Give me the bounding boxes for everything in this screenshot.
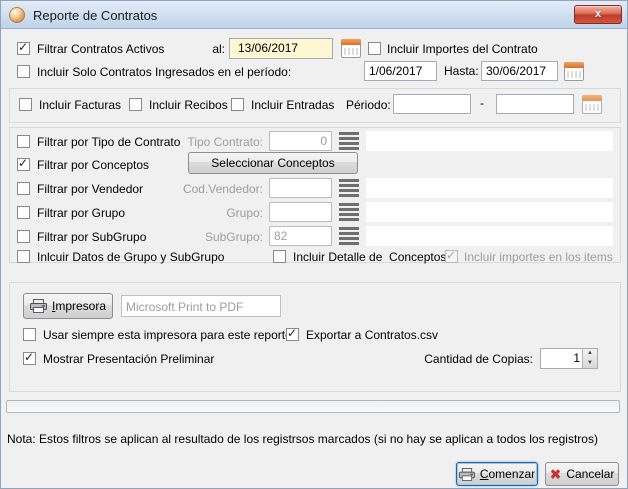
- printer-name-field[interactable]: Microsoft Print to PDF: [121, 295, 281, 317]
- cancelar-button[interactable]: ✖ Cancelar: [545, 462, 619, 486]
- label-filtrar-grupo: Filtrar por Grupo: [37, 206, 125, 220]
- label-hasta: Hasta:: [444, 64, 479, 78]
- seleccionar-conceptos-button[interactable]: Seleccionar Conceptos: [188, 152, 358, 174]
- lookup-icon[interactable]: [339, 203, 359, 221]
- subgrupo-descripcion-field[interactable]: [366, 226, 613, 246]
- label-al: al:: [197, 42, 225, 56]
- label-grupo: Grupo:: [171, 206, 263, 220]
- checkbox-filtrar-activos[interactable]: ✓: [17, 42, 30, 55]
- impresora-button[interactable]: Impresora: [23, 293, 113, 319]
- label-filtrar-conceptos: Filtrar por Conceptos: [37, 158, 149, 172]
- comenzar-button[interactable]: Comenzar: [456, 462, 538, 486]
- label-usar-siempre: Usar siempre esta impresora para este re…: [43, 328, 292, 342]
- grupo-field[interactable]: [269, 202, 332, 222]
- checkbox-incluir-importes[interactable]: ✓: [368, 42, 381, 55]
- comenzar-button-label: Comenzar: [480, 467, 535, 481]
- label-solo-ingresados: Incluir Solo Contratos Ingresados en el …: [37, 65, 291, 79]
- checkbox-filtrar-grupo[interactable]: ✓: [17, 206, 30, 219]
- checkbox-incluir-datos-grupo[interactable]: ✓: [17, 250, 30, 263]
- calendar-icon[interactable]: [582, 95, 602, 114]
- copias-value[interactable]: 1: [541, 351, 580, 365]
- label-subgrupo: SubGrupo:: [171, 230, 263, 244]
- label-incluir-importes-items: Incluir importes en los items: [464, 250, 613, 264]
- close-icon: x: [595, 8, 601, 20]
- label-incluir-entradas: Incluir Entradas: [251, 98, 334, 112]
- label-filtrar-vendedor: Filtrar por Vendedor: [37, 182, 143, 196]
- checkbox-incluir-importes-items: ✓: [445, 250, 458, 263]
- checkbox-solo-ingresados[interactable]: ✓: [17, 65, 30, 78]
- label-tipo-contrato: Tipo Contrato:: [171, 135, 263, 149]
- spinner-arrows[interactable]: ▲ ▼: [582, 349, 597, 368]
- checkbox-usar-siempre[interactable]: ✓: [23, 328, 36, 341]
- subgrupo-field[interactable]: 82: [269, 226, 332, 246]
- lookup-icon[interactable]: [339, 179, 359, 197]
- periodo-desde-field[interactable]: [393, 94, 471, 114]
- cod-vendedor-field[interactable]: [269, 178, 332, 198]
- titlebar[interactable]: Reporte de Contratos x: [1, 1, 627, 29]
- calendar-icon[interactable]: [341, 39, 361, 58]
- checkbox-incluir-detalle-conceptos[interactable]: ✓: [273, 250, 286, 263]
- checkbox-filtrar-tipo-contrato[interactable]: ✓: [17, 135, 30, 148]
- label-incluir-detalle-conceptos: Incluir Detalle de Conceptos: [293, 250, 446, 264]
- reporte-contratos-dialog: Reporte de Contratos x ✓ Filtrar Contrat…: [0, 0, 628, 489]
- app-icon: [9, 7, 25, 23]
- checkbox-filtrar-conceptos[interactable]: ✓: [17, 158, 30, 171]
- check-icon: ✓: [446, 248, 456, 262]
- checkbox-mostrar-preliminar[interactable]: ✓: [23, 352, 36, 365]
- cancelar-button-label: Cancelar: [566, 467, 614, 481]
- printer-icon: [30, 299, 47, 313]
- progress-bar: [6, 400, 620, 413]
- label-mostrar-preliminar: Mostrar Presentación Preliminar: [43, 352, 214, 366]
- close-button[interactable]: x: [574, 5, 622, 24]
- tipo-contrato-field[interactable]: 0: [269, 131, 332, 151]
- date-field-hasta[interactable]: 30/06/2017: [481, 61, 558, 81]
- check-icon: ✓: [18, 40, 28, 54]
- label-filtrar-activos: Filtrar Contratos Activos: [37, 42, 164, 56]
- printer-icon: [459, 468, 475, 481]
- checkbox-incluir-entradas[interactable]: ✓: [231, 98, 244, 111]
- checkbox-incluir-recibos[interactable]: ✓: [129, 98, 142, 111]
- label-incluir-datos-grupo: Inlcuir Datos de Grupo y SubGrupo: [37, 250, 224, 264]
- label-periodo-separator: -: [480, 96, 484, 110]
- date-field-al[interactable]: 13/06/2017: [229, 38, 333, 59]
- window-title: Reporte de Contratos: [33, 8, 157, 23]
- label-incluir-facturas: Incluir Facturas: [39, 98, 121, 112]
- label-periodo: Périodo:: [346, 98, 391, 112]
- check-icon: ✓: [18, 156, 28, 170]
- vendedor-descripcion-field[interactable]: [366, 178, 613, 198]
- checkbox-exportar-csv[interactable]: ✓: [286, 328, 299, 341]
- spinner-down-icon[interactable]: ▼: [583, 359, 597, 368]
- label-filtrar-subgrupo: Filtrar por SubGrupo: [37, 230, 146, 244]
- seleccionar-conceptos-label: Seleccionar Conceptos: [211, 156, 334, 170]
- check-icon: ✓: [287, 326, 297, 340]
- note-text: Nota: Estos filtros se aplican al result…: [7, 432, 598, 446]
- copias-spinner[interactable]: 1 ▲ ▼: [540, 348, 598, 369]
- date-field-desde[interactable]: 1/06/2017: [364, 61, 437, 81]
- label-incluir-importes: Incluir Importes del Contrato: [387, 42, 538, 56]
- check-icon: ✓: [24, 350, 34, 364]
- label-exportar-csv: Exportar a Contratos.csv: [306, 328, 438, 342]
- checkbox-filtrar-vendedor[interactable]: ✓: [17, 182, 30, 195]
- calendar-icon[interactable]: [564, 62, 584, 81]
- label-cantidad-copias: Cantidad de Copias:: [421, 352, 533, 366]
- spinner-up-icon[interactable]: ▲: [583, 349, 597, 358]
- label-incluir-recibos: Incluir Recibos: [149, 98, 228, 112]
- label-cod-vendedor: Cod.Vendedor:: [171, 182, 263, 196]
- grupo-descripcion-field[interactable]: [366, 202, 613, 222]
- lookup-icon[interactable]: [339, 227, 359, 245]
- cancel-x-icon: ✖: [550, 467, 562, 481]
- checkbox-incluir-facturas[interactable]: ✓: [19, 98, 32, 111]
- periodo-hasta-field[interactable]: [496, 94, 574, 114]
- impresora-button-label: Impresora: [52, 299, 106, 313]
- lookup-icon[interactable]: [339, 132, 359, 150]
- label-filtrar-tipo-contrato: Filtrar por Tipo de Contrato: [37, 135, 180, 149]
- checkbox-filtrar-subgrupo[interactable]: ✓: [17, 230, 30, 243]
- tipo-contrato-descripcion-field[interactable]: [366, 131, 613, 151]
